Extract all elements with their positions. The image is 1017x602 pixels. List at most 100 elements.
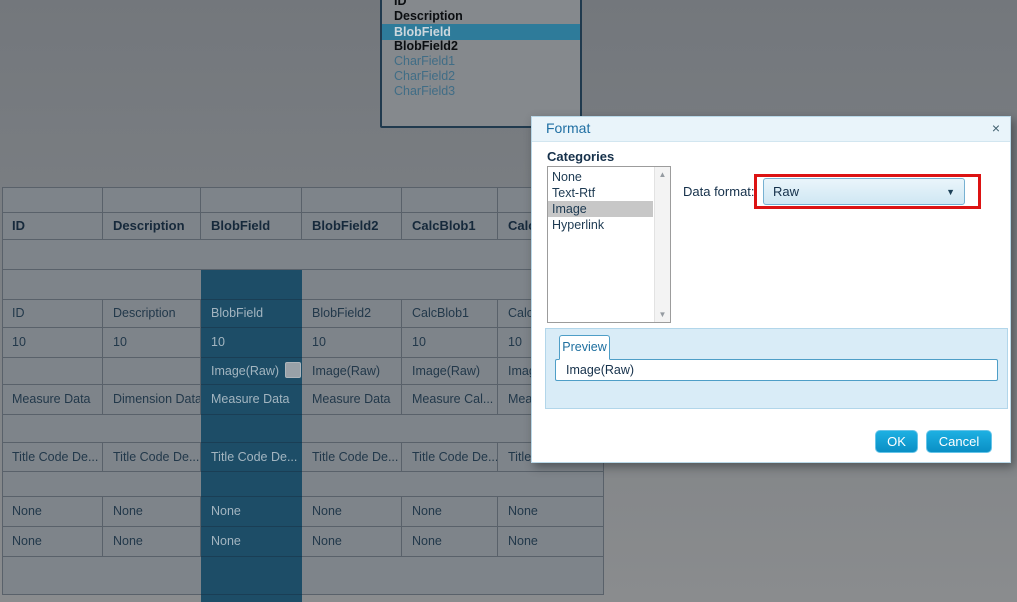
grid-cell: [302, 270, 402, 300]
grid-cell: 10: [402, 328, 498, 358]
grid-cell: [201, 240, 302, 270]
application-window: IDDescriptionBlobFieldBlobField2CharFiel…: [0, 0, 1017, 602]
grid-header-cell: CalcBlob1: [402, 213, 498, 240]
field-list-item: CharField3: [382, 84, 580, 99]
grid-cell: [103, 472, 201, 497]
data-format-label: Data format:: [683, 178, 755, 205]
grid-cell: Title Code De...: [103, 443, 201, 472]
grid-cell: None: [103, 497, 201, 527]
grid-cell: [302, 472, 402, 497]
grid-cell: [302, 415, 402, 443]
grid-header-cell: BlobField: [201, 213, 302, 240]
grid-cell: Measure Cal...: [402, 385, 498, 415]
grid-cell: [402, 240, 498, 270]
grid-cell: [201, 188, 302, 213]
preview-groupbox: Preview Image(Raw): [545, 328, 1008, 409]
data-format-dropdown[interactable]: Raw ▼: [763, 178, 965, 205]
field-list-panel: IDDescriptionBlobFieldBlobField2CharFiel…: [380, 0, 582, 128]
category-option[interactable]: Image: [548, 201, 653, 217]
close-icon[interactable]: ×: [992, 120, 1000, 136]
field-list-item: CharField2: [382, 69, 580, 84]
ok-button[interactable]: OK: [875, 430, 918, 453]
grid-cell: 10: [2, 328, 103, 358]
grid-cell: None: [2, 497, 103, 527]
grid-cell: [201, 270, 302, 300]
grid-cell: None: [402, 527, 498, 557]
grid-cell: [302, 188, 402, 213]
grid-cell: BlobField: [201, 300, 302, 328]
grid-cell: Title Code De...: [402, 443, 498, 472]
format-dialog: Format × Categories NoneText-RtfImageHyp…: [531, 116, 1011, 463]
grid-cell: Image(Raw): [302, 358, 402, 385]
category-option[interactable]: None: [548, 169, 653, 185]
grid-header-cell: ID: [2, 213, 103, 240]
categories-listbox[interactable]: NoneText-RtfImageHyperlink ▲ ▼: [547, 166, 671, 323]
grid-cell: CalcBlob1: [402, 300, 498, 328]
grid-cell: ID: [2, 300, 103, 328]
grid-cell: Description: [103, 300, 201, 328]
grid-cell: None: [201, 497, 302, 527]
grid-cell: [2, 188, 103, 213]
field-list-item: CharField1: [382, 54, 580, 69]
grid-header-cell: BlobField2: [302, 213, 402, 240]
grid-cell: [103, 270, 201, 300]
grid-cell: 10: [302, 328, 402, 358]
field-list-item: ID: [382, 0, 580, 9]
category-option[interactable]: Text-Rtf: [548, 185, 653, 201]
cancel-button[interactable]: Cancel: [926, 430, 992, 453]
field-list-item: BlobField2: [382, 39, 580, 54]
grid-cell: [201, 472, 302, 497]
grid-cell: 10: [103, 328, 201, 358]
grid-cell: None: [201, 527, 302, 557]
grid-cell: [402, 557, 498, 595]
grid-cell: None: [498, 497, 604, 527]
tab-preview[interactable]: Preview: [559, 335, 610, 360]
grid-cell: [302, 240, 402, 270]
grid-cell: [402, 415, 498, 443]
grid-cell: BlobField2: [302, 300, 402, 328]
grid-cell: Measure Data: [201, 385, 302, 415]
grid-cell: [302, 557, 402, 595]
grid-cell: [2, 557, 103, 595]
grid-cell: None: [498, 527, 604, 557]
category-option[interactable]: Hyperlink: [548, 217, 653, 233]
grid-cell: [201, 557, 302, 595]
grid-cell: Dimension Data: [103, 385, 201, 415]
grid-cell: Title Code De...: [2, 443, 103, 472]
grid-cell: [2, 415, 103, 443]
grid-cell: [2, 472, 103, 497]
categories-label: Categories: [547, 149, 614, 164]
scroll-up-icon[interactable]: ▲: [655, 170, 670, 179]
grid-cell: Measure Data: [302, 385, 402, 415]
grid-cell: [201, 415, 302, 443]
preview-value: Image(Raw): [555, 359, 998, 381]
grid-header-cell: Description: [103, 213, 201, 240]
listbox-scrollbar[interactable]: ▲ ▼: [654, 167, 670, 322]
dialog-titlebar: Format ×: [532, 117, 1010, 142]
grid-cell: [103, 188, 201, 213]
browse-button: [285, 362, 301, 378]
grid-cell: Image(Raw): [402, 358, 498, 385]
grid-cell: Image(Raw): [201, 358, 302, 385]
grid-cell: None: [402, 497, 498, 527]
grid-cell: [402, 188, 498, 213]
scroll-down-icon[interactable]: ▼: [655, 310, 670, 319]
grid-cell: [402, 270, 498, 300]
grid-cell: [498, 557, 604, 595]
dropdown-value: Raw: [773, 184, 799, 199]
grid-cell: None: [2, 527, 103, 557]
grid-cell: [103, 240, 201, 270]
grid-cell: Title Code De...: [201, 443, 302, 472]
field-list-item: Description: [382, 9, 580, 24]
grid-cell: [103, 557, 201, 595]
grid-cell: Title Code De...: [302, 443, 402, 472]
grid-cell: None: [302, 527, 402, 557]
highlight-annotation: Raw ▼: [754, 174, 981, 209]
grid-cell: [498, 472, 604, 497]
grid-cell: None: [103, 527, 201, 557]
grid-cell: [2, 270, 103, 300]
grid-cell: [402, 472, 498, 497]
chevron-down-icon: ▼: [946, 179, 955, 206]
grid-cell: [2, 240, 103, 270]
grid-cell: [2, 358, 103, 385]
